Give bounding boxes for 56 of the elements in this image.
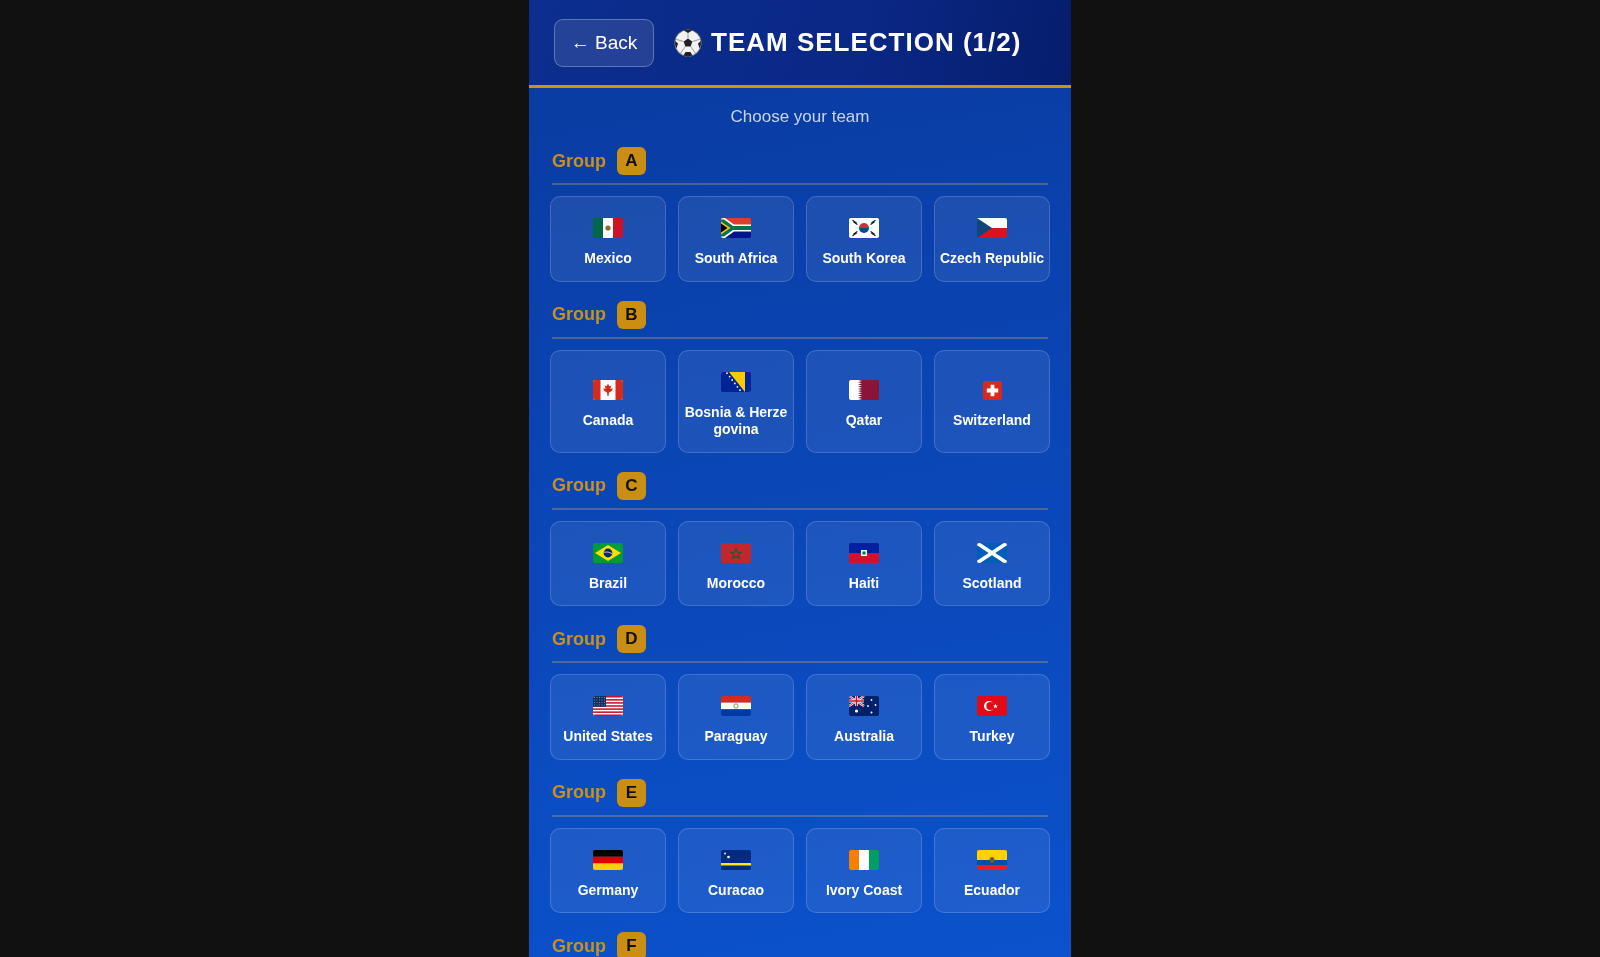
team-card[interactable]: Scotland (934, 520, 1050, 606)
flag-icon (593, 542, 623, 563)
flag-icon (849, 380, 879, 401)
group-letter-badge: B (617, 300, 646, 329)
team-card[interactable]: Qatar (806, 349, 922, 453)
group-letter-badge: E (617, 778, 646, 807)
group-label: Group (552, 304, 606, 325)
team-card[interactable]: Morocco (678, 520, 794, 606)
team-card[interactable]: Bosnia & Herzegovina (678, 349, 794, 453)
team-card[interactable]: Ivory Coast (806, 827, 922, 913)
flag-icon (849, 218, 879, 238)
team-card[interactable]: Turkey (934, 674, 1050, 760)
group-label: Group (552, 782, 606, 803)
soccer-ball-icon (674, 28, 702, 57)
team-card[interactable]: Switzerland (934, 349, 1050, 453)
page-title: TEAM SELECTION (1/2) (711, 27, 1022, 58)
group-letter-badge: D (617, 625, 646, 653)
flag-icon (593, 849, 623, 870)
flag-icon (721, 849, 751, 870)
team-card[interactable]: United States (550, 674, 666, 760)
team-card[interactable]: South Africa (678, 196, 794, 282)
team-card[interactable]: Canada (550, 349, 666, 453)
flag-icon (593, 696, 623, 716)
flag-icon (721, 371, 751, 392)
team-card[interactable]: Paraguay (678, 674, 794, 760)
team-card[interactable]: Germany (550, 827, 666, 913)
team-card[interactable]: Australia (806, 674, 922, 760)
flag-icon (849, 696, 879, 716)
team-card[interactable]: Czech Republic (934, 196, 1050, 282)
group-letter-badge: F (617, 932, 646, 957)
flag-icon (977, 218, 1007, 238)
group-label: Group (552, 475, 606, 496)
flag-icon (977, 849, 1007, 870)
flag-icon (977, 542, 1007, 563)
group-label: Group (552, 935, 606, 957)
group-letter-badge: C (617, 471, 646, 500)
flag-icon (721, 218, 751, 238)
team-card[interactable]: Haiti (806, 520, 922, 606)
group-label: Group (552, 628, 606, 650)
team-card[interactable]: Curacao (678, 827, 794, 913)
flag-icon (977, 696, 1007, 716)
team-card[interactable]: South Korea (806, 196, 922, 282)
group-letter-badge: A (617, 147, 646, 175)
flag-icon (721, 542, 751, 563)
group-label: Group (552, 150, 606, 172)
team-card[interactable]: Mexico (550, 196, 666, 282)
team-card[interactable]: Brazil (550, 520, 666, 606)
team-card[interactable]: Ecuador (934, 827, 1050, 913)
subtitle-text: Choose your team (729, 106, 871, 128)
flag-icon (982, 380, 1002, 400)
flag-icon (721, 696, 751, 716)
back-button[interactable]: ← Back (554, 18, 654, 67)
flag-icon (849, 849, 879, 870)
flag-icon (849, 542, 879, 563)
flag-icon (593, 380, 623, 401)
flag-icon (593, 218, 623, 238)
